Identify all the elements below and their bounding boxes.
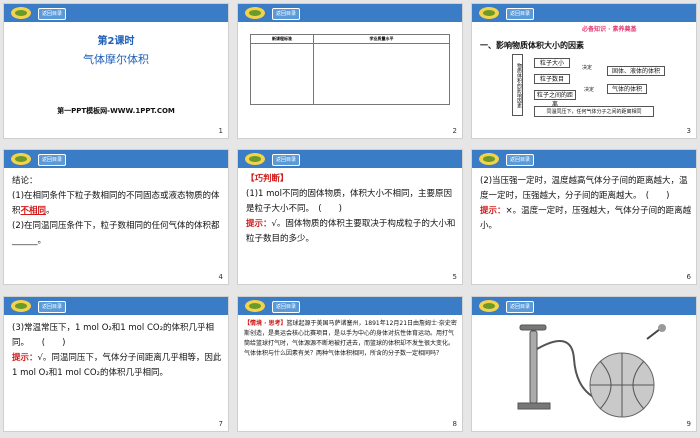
section-tag: 【情境 · 思考】: [244, 320, 287, 327]
slide-number: 2: [452, 127, 457, 135]
hint-text: ×。温度一定时，压强越大，气体分子间的距离越小。: [480, 206, 692, 231]
hint-text: √。固体物质的体积主要取决于构成粒子的大小和粒子数目的多少。: [246, 219, 456, 244]
slide-header-bar: 返回目录: [238, 150, 462, 168]
slide-number: 8: [452, 420, 457, 428]
diagram-result-gas: 气体的体积: [607, 84, 647, 94]
standards-table: 新课程标准 学业质量水平: [250, 34, 450, 105]
question-text: (3)常温常压下，1 mol O₂和1 mol CO₂的体积几乎相同。 ( ): [12, 323, 214, 348]
slide-number: 4: [218, 273, 223, 281]
slide-number: 3: [686, 127, 691, 135]
diagram-bottom-note: 同温同压下，任何气体分子之间的距离相同: [534, 106, 654, 117]
slide-number: 5: [452, 273, 457, 281]
diagram-label-decides: 决定: [584, 87, 595, 93]
lesson-title: 气体摩尔体积: [83, 53, 149, 66]
slide-number: 6: [686, 273, 691, 281]
diagram-node-count: 粒子数目: [534, 74, 570, 84]
slide-number: 1: [218, 127, 223, 135]
slide-text: (2)当压强一定时，温度越高气体分子间的距离越大，温度一定时，压强越大，分子间的…: [480, 174, 692, 234]
question-text: (2)当压强一定时，温度越高气体分子间的距离越大，温度一定时，压强越大，分子间的…: [480, 176, 688, 201]
context-question: 气体体积与什么因素有关？两种气体体积相同，所含的分子数一定相同吗？: [244, 350, 443, 357]
logo-icon: [245, 153, 265, 165]
slide-header-bar: 返回目录: [4, 4, 228, 22]
slide-header-bar: 返回目录: [472, 150, 696, 168]
back-to-toc-button[interactable]: 返回目录: [38, 301, 66, 313]
diagram-root: 物质体积的影响因素: [512, 54, 523, 116]
slide-header-bar: 返回目录: [472, 297, 696, 315]
slide-text: 【情境 · 思考】篮球起源于美国马萨诸塞州，1891年12月21日由詹姆士·奈史…: [244, 319, 458, 359]
conclusion-point-2: (2)在同温同压条件下，粒子数相同的任何气体的体积都 ______。: [12, 219, 224, 249]
logo-icon: [479, 153, 499, 165]
logo-icon: [479, 300, 499, 312]
template-footer: 第一PPT模板网-WWW.1PPT.COM: [57, 107, 175, 115]
hint-text: √。同温同压下，气体分子间距离几乎相等，因此1 mol O₂和1 mol CO₂…: [12, 353, 222, 378]
slide-4-thumbnail[interactable]: 返回目录 结论： (1)在相同条件下粒子数相同的不同固态或液态物质的体积不相同。…: [3, 149, 229, 285]
slide-header-bar: 返回目录: [472, 4, 696, 22]
slide-1-thumbnail[interactable]: 返回目录 第2课时 气体摩尔体积 第一PPT模板网-WWW.1PPT.COM 1: [3, 3, 229, 139]
back-to-toc-button[interactable]: 返回目录: [272, 8, 300, 20]
logo-icon: [11, 153, 31, 165]
back-to-toc-button[interactable]: 返回目录: [506, 301, 534, 313]
conclusion-point-1: (1)在相同条件下粒子数相同的不同固态或液态物质的体积不相同。: [12, 189, 224, 219]
point-2-text: (2)在同温同压条件下，粒子数相同的任何气体的体积都: [12, 221, 220, 231]
slide-header-bar: 返回目录: [238, 4, 462, 22]
back-to-toc-button[interactable]: 返回目录: [506, 8, 534, 20]
air-pump-and-basketball-illustration: [517, 324, 666, 418]
slide-text: (3)常温常压下，1 mol O₂和1 mol CO₂的体积几乎相同。 ( ) …: [12, 321, 224, 381]
section-heading: 一、影响物质体积大小的因素: [480, 41, 584, 50]
slide-text: 【巧判断】 (1)1 mol不同的固体物质，体积大小不相同，主要原因是粒子大小不…: [246, 172, 458, 247]
logo-icon: [479, 7, 499, 19]
slide-6-thumbnail[interactable]: 返回目录 (2)当压强一定时，温度越高气体分子间的距离越大，温度一定时，压强越大…: [471, 149, 697, 285]
diagram-result-solid-liquid: 固体、液体的体积: [607, 66, 665, 76]
logo-icon: [245, 7, 265, 19]
slide-text: 结论： (1)在相同条件下粒子数相同的不同固态或液态物质的体积不相同。 (2)在…: [12, 174, 224, 249]
slide-7-thumbnail[interactable]: 返回目录 (3)常温常压下，1 mol O₂和1 mol CO₂的体积几乎相同。…: [3, 296, 229, 432]
diagram-node-size: 粒子大小: [534, 58, 570, 68]
slide-header-bar: 返回目录: [4, 297, 228, 315]
hint-label: 提示：: [480, 206, 506, 216]
section-tag: 【巧判断】: [246, 174, 289, 184]
logo-icon: [11, 7, 31, 19]
logo-icon: [11, 300, 31, 312]
slide-3-thumbnail[interactable]: 返回目录 必备知识 · 素养奠基 一、影响物质体积大小的因素 物质体积的影响因素…: [471, 3, 697, 139]
diagram-label-decides: 决定: [582, 65, 593, 71]
question-text: (1)1 mol不同的固体物质，体积大小不相同，主要原因是粒子大小不同。 ( ): [246, 189, 452, 214]
table-header: 新课程标准: [250, 34, 314, 44]
diagram-node-distance: 粒子之间的距离: [534, 90, 576, 108]
back-to-toc-button[interactable]: 返回目录: [272, 154, 300, 166]
basketball-icon: [589, 352, 655, 418]
point-1-end: 。: [46, 206, 55, 216]
slide-5-thumbnail[interactable]: 返回目录 【巧判断】 (1)1 mol不同的固体物质，体积大小不相同，主要原因是…: [237, 149, 463, 285]
back-to-toc-button[interactable]: 返回目录: [38, 154, 66, 166]
logo-icon: [245, 300, 265, 312]
back-to-toc-button[interactable]: 返回目录: [506, 154, 534, 166]
slide-2-thumbnail[interactable]: 返回目录 新课程标准 学业质量水平 2: [237, 3, 463, 139]
air-pump-icon: [517, 324, 598, 410]
point-1-answer: 不相同: [20, 206, 47, 216]
conclusion-label: 结论：: [12, 176, 38, 186]
section-banner: 必备知识 · 素养奠基: [582, 26, 637, 33]
slide-8-thumbnail[interactable]: 返回目录 【情境 · 思考】篮球起源于美国马萨诸塞州，1891年12月21日由詹…: [237, 296, 463, 432]
table-cell: [250, 43, 314, 105]
hint-label: 提示：: [246, 219, 272, 229]
back-to-toc-button[interactable]: 返回目录: [272, 301, 300, 313]
slide-9-thumbnail[interactable]: 返回目录 9: [471, 296, 697, 432]
table-cell: [313, 43, 450, 105]
back-to-toc-button[interactable]: 返回目录: [38, 8, 66, 20]
needle-valve-icon: [646, 324, 666, 340]
slide-number: 7: [218, 420, 223, 428]
table-header: 学业质量水平: [313, 34, 450, 44]
hint-label: 提示：: [12, 353, 38, 363]
point-2-blank: ______。: [12, 236, 47, 246]
lesson-number: 第2课时: [97, 36, 135, 47]
slide-header-bar: 返回目录: [4, 150, 228, 168]
slide-number: 9: [686, 420, 691, 428]
slide-header-bar: 返回目录: [238, 297, 462, 315]
